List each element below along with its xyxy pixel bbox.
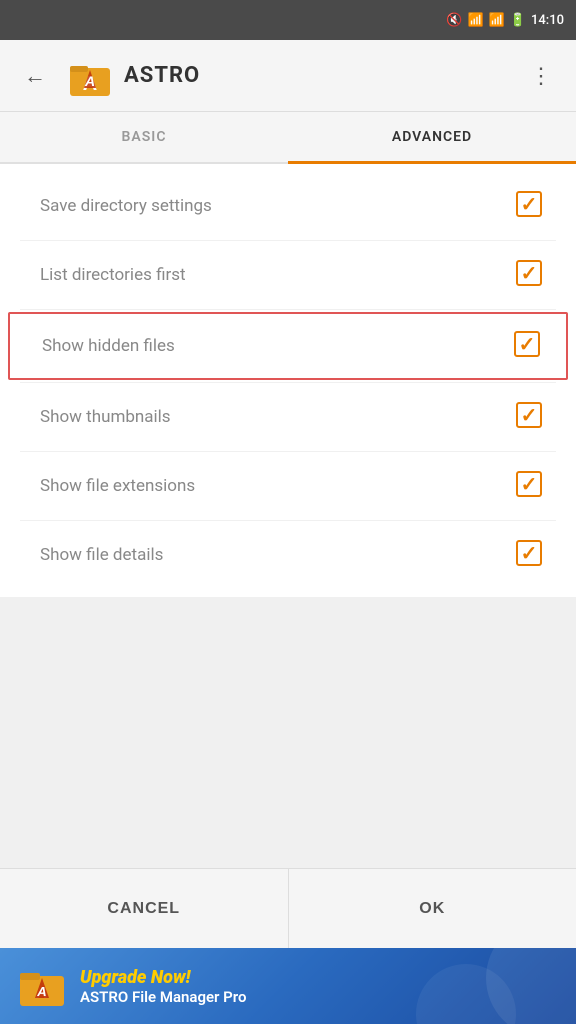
app-logo: A A	[66, 52, 114, 100]
ad-subtitle: ASTRO File Manager Pro	[80, 988, 246, 1006]
settings-content: Save directory settings ✓ List directori…	[0, 164, 576, 597]
ok-button[interactable]: OK	[289, 869, 576, 948]
svg-text:A: A	[36, 984, 46, 999]
ad-text-block: Upgrade Now! ASTRO File Manager Pro	[80, 967, 246, 1006]
checkbox-show-extensions[interactable]: ✓	[516, 471, 546, 501]
bottom-button-bar: CANCEL OK	[0, 868, 576, 948]
more-options-button[interactable]: ⋮	[522, 59, 560, 93]
svg-text:A: A	[84, 73, 95, 89]
back-button[interactable]: ←	[16, 59, 54, 93]
divider-2	[20, 309, 556, 310]
checkbox-list-dirs[interactable]: ✓	[516, 260, 546, 290]
time-display: 14:10	[531, 13, 564, 28]
checkbox-save-directory[interactable]: ✓	[516, 191, 546, 221]
cancel-button[interactable]: CANCEL	[0, 869, 289, 948]
app-bar: ← A A ASTRO ⋮	[0, 40, 576, 112]
checkbox-show-details[interactable]: ✓	[516, 540, 546, 570]
setting-label-list-dirs: List directories first	[40, 265, 516, 285]
tab-bar: BASIC ADVANCED	[0, 112, 576, 164]
setting-show-details[interactable]: Show file details ✓	[0, 521, 576, 589]
ad-title: Upgrade Now!	[80, 967, 246, 988]
setting-label-show-extensions: Show file extensions	[40, 476, 516, 496]
settings-list: Save directory settings ✓ List directori…	[0, 164, 576, 597]
setting-label-show-thumbnails: Show thumbnails	[40, 407, 516, 427]
checkbox-show-hidden[interactable]: ✓	[514, 331, 544, 361]
setting-label-show-details: Show file details	[40, 545, 516, 565]
setting-show-thumbnails[interactable]: Show thumbnails ✓	[0, 383, 576, 451]
app-title: ASTRO	[124, 63, 522, 88]
checkmark-show-thumbnails: ✓	[521, 405, 538, 425]
ad-logo-icon: A A	[16, 960, 68, 1012]
battery-icon: 🔋	[510, 13, 526, 28]
ad-banner[interactable]: A A Upgrade Now! ASTRO File Manager Pro	[0, 948, 576, 1024]
checkmark-show-hidden: ✓	[519, 334, 536, 354]
setting-label-show-hidden: Show hidden files	[42, 336, 514, 356]
signal2-icon: 📶	[489, 13, 505, 28]
status-icons: 🔇 📶 📶 🔋 14:10	[446, 13, 564, 28]
setting-label-save-directory: Save directory settings	[40, 196, 516, 216]
setting-show-hidden[interactable]: Show hidden files ✓	[8, 312, 568, 380]
checkmark-show-details: ✓	[521, 543, 538, 563]
signal-icon: 📶	[467, 13, 483, 28]
volume-icon: 🔇	[446, 13, 462, 28]
status-bar: 🔇 📶 📶 🔋 14:10	[0, 0, 576, 40]
tab-advanced[interactable]: ADVANCED	[288, 112, 576, 162]
checkmark-show-extensions: ✓	[521, 474, 538, 494]
checkmark-save-directory: ✓	[521, 194, 538, 214]
checkmark-list-dirs: ✓	[521, 263, 538, 283]
setting-save-directory[interactable]: Save directory settings ✓	[0, 172, 576, 240]
checkbox-show-thumbnails[interactable]: ✓	[516, 402, 546, 432]
tab-basic[interactable]: BASIC	[0, 112, 288, 162]
setting-list-dirs[interactable]: List directories first ✓	[0, 241, 576, 309]
setting-show-extensions[interactable]: Show file extensions ✓	[0, 452, 576, 520]
